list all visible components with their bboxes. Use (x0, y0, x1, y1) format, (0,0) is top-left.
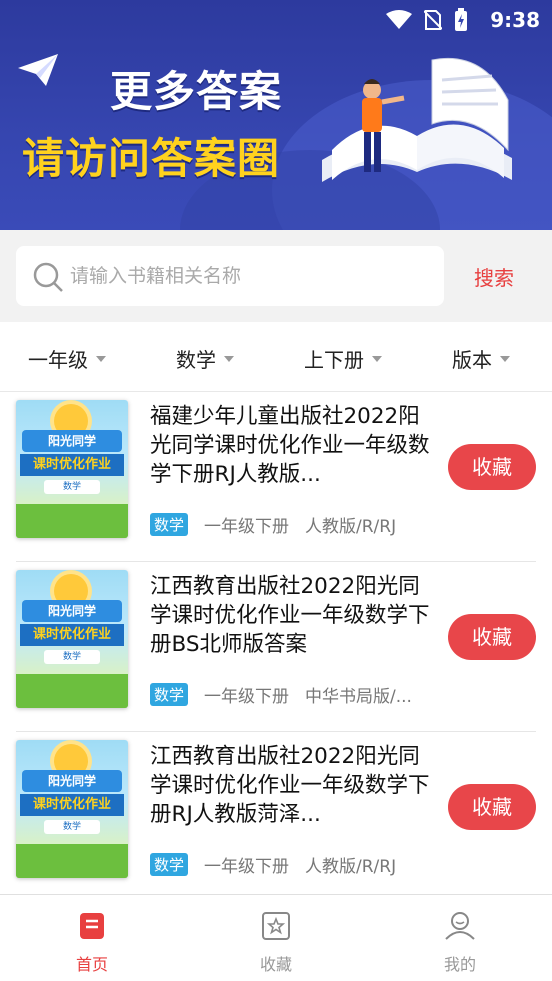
cover-series: 阳光同学 (22, 600, 122, 622)
app-screen: 9:38 更多答案 请访问答案圈 请输入书籍相关名称 搜索 一年级 数学 上下册… (0, 0, 552, 981)
user-icon (445, 912, 475, 940)
filter-label: 数学 (176, 348, 216, 372)
banner-subheadline: 请访问答案圈 (22, 134, 281, 183)
book-grade: 一年级下册 (204, 857, 290, 877)
cover-series: 阳光同学 (22, 770, 122, 792)
bottom-navigation: 首页 收藏 我的 (0, 894, 552, 981)
book-grade: 一年级下册 (204, 687, 290, 707)
cover-subject: 数学 (44, 650, 100, 664)
book-cover: 阳光同学 课时优化作业 数学 (16, 740, 128, 878)
book-list-item[interactable]: 阳光同学 课时优化作业 数学 福建少年儿童出版社2022阳光同学课时优化作业一年… (0, 392, 552, 562)
cover-series: 阳光同学 (22, 430, 122, 452)
subject-tag: 数学 (150, 683, 189, 706)
book-home-icon (80, 913, 104, 939)
dropdown-caret-icon (372, 355, 382, 362)
nav-favorites[interactable]: 收藏 (236, 911, 316, 975)
filter-grade[interactable]: 一年级 (28, 344, 106, 373)
book-edition: 中华书局版/... (305, 687, 412, 707)
status-time: 9:38 (490, 8, 540, 32)
cover-ground (16, 504, 128, 538)
paper-plane-icon (18, 54, 58, 86)
filter-volume[interactable]: 上下册 (304, 344, 382, 373)
dropdown-caret-icon (96, 355, 106, 362)
cover-title: 课时优化作业 (20, 624, 124, 646)
search-input[interactable] (70, 246, 430, 306)
book-cover: 阳光同学 课时优化作业 数学 (16, 400, 128, 538)
favorite-button[interactable]: 收藏 (448, 784, 536, 830)
favorite-button[interactable]: 收藏 (448, 444, 536, 490)
book-meta: 数学 一年级下册 人教版/R/RJ (150, 852, 396, 877)
book-title: 江西教育出版社2022阳光同学课时优化作业一年级数学下册BS北师版答案 (150, 574, 430, 657)
nav-home[interactable]: 首页 (52, 911, 132, 975)
status-bar: 9:38 (0, 0, 552, 40)
book-edition: 人教版/R/RJ (305, 517, 397, 537)
banner-headline: 更多答案 (110, 67, 283, 116)
book-title: 福建少年儿童出版社2022阳光同学课时优化作业一年级数学下册RJ人教版... (150, 404, 430, 487)
book-meta: 数学 一年级下册 中华书局版/... (150, 682, 412, 707)
nav-label: 我的 (443, 955, 476, 974)
nav-label: 首页 (75, 955, 108, 974)
subject-tag: 数学 (150, 853, 189, 876)
book-list-item[interactable]: 阳光同学 课时优化作业 数学 江西教育出版社2022阳光同学课时优化作业一年级数… (0, 562, 552, 732)
cover-subject: 数学 (44, 480, 100, 494)
book-edition: 人教版/R/RJ (305, 857, 397, 877)
dropdown-caret-icon (500, 355, 510, 362)
book-cover: 阳光同学 课时优化作业 数学 (16, 570, 128, 708)
filter-bar: 一年级 数学 上下册 版本 (0, 322, 552, 392)
promo-banner[interactable]: 9:38 更多答案 请访问答案圈 (0, 0, 552, 230)
battery-charging-icon (455, 8, 467, 31)
cover-title: 课时优化作业 (20, 454, 124, 476)
star-box-icon (262, 912, 290, 940)
book-meta: 数学 一年级下册 人教版/R/RJ (150, 512, 396, 537)
favorite-button[interactable]: 收藏 (448, 614, 536, 660)
book-title: 江西教育出版社2022阳光同学课时优化作业一年级数学下册RJ人教版菏泽... (150, 744, 430, 827)
filter-label: 版本 (452, 348, 492, 372)
open-book-illustration (322, 57, 512, 182)
status-icons (386, 8, 468, 32)
cover-subject: 数学 (44, 820, 100, 834)
filter-edition[interactable]: 版本 (452, 344, 510, 373)
dropdown-caret-icon (224, 355, 234, 362)
book-grade: 一年级下册 (204, 517, 290, 537)
search-button[interactable]: 搜索 (474, 262, 514, 291)
filter-label: 一年级 (28, 348, 88, 372)
search-box[interactable] (16, 246, 444, 306)
cover-ground (16, 674, 128, 708)
filter-subject[interactable]: 数学 (176, 344, 234, 373)
nav-label: 收藏 (259, 955, 292, 974)
cover-ground (16, 844, 128, 878)
nav-mine[interactable]: 我的 (420, 911, 500, 975)
wifi-icon (386, 10, 412, 29)
cover-title: 课时优化作业 (20, 794, 124, 816)
book-list-item[interactable]: 阳光同学 课时优化作业 数学 江西教育出版社2022阳光同学课时优化作业一年级数… (0, 732, 552, 902)
filter-label: 上下册 (304, 348, 364, 372)
search-bar: 搜索 (0, 230, 552, 322)
search-icon (33, 262, 63, 292)
subject-tag: 数学 (150, 513, 189, 536)
no-sim-icon (424, 10, 442, 30)
